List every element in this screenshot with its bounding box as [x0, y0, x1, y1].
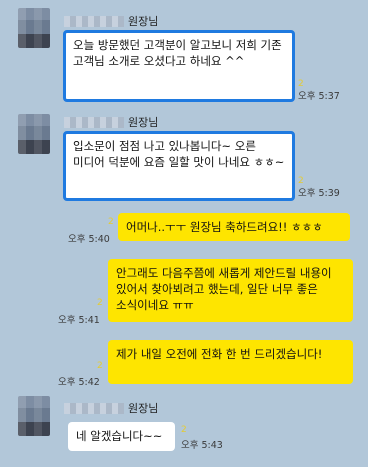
message-time: 오후 5:43 [181, 440, 223, 451]
blurred-name [64, 402, 124, 414]
message-time: 오후 5:42 [58, 377, 100, 388]
message-time: 오후 5:37 [298, 91, 340, 102]
sender-name-text: 원장님 [128, 15, 159, 28]
message-bubble-incoming[interactable]: 입소문이 점점 나고 있나봅니다~ 오른 미디어 덕분에 요즘 일할 맛이 나네… [63, 131, 295, 201]
sender-name: 원장님 [64, 115, 158, 129]
message-bubble-incoming[interactable]: 오늘 방문했던 고객분이 알고보니 저희 기존 고객님 소개로 오셨다고 하네요… [63, 30, 295, 102]
sender-name: 원장님 [64, 401, 158, 415]
message-time: 오후 5:39 [298, 188, 340, 199]
avatar[interactable] [18, 114, 50, 154]
blurred-name [64, 15, 124, 27]
message-bubble-outgoing[interactable]: 어머나..ㅜㅜ 원장님 축하드려요!! ㅎㅎㅎ [118, 213, 350, 241]
message-time: 오후 5:40 [68, 234, 110, 245]
sender-name-text: 원장님 [128, 116, 159, 129]
sender-name: 원장님 [64, 14, 158, 28]
message-bubble-incoming[interactable]: 네 알겠습니다~~ [68, 422, 175, 451]
message-bubble-outgoing[interactable]: 안그래도 다음주쯤에 새롭게 제안드릴 내용이 있어서 찾아뵈려고 했는데, 일… [108, 259, 353, 322]
message-time: 오후 5:41 [58, 315, 100, 326]
blurred-name [64, 116, 124, 128]
avatar[interactable] [18, 8, 50, 48]
sender-name-text: 원장님 [128, 402, 159, 415]
unread-count: 2 [108, 217, 114, 227]
unread-count: 2 [97, 361, 103, 371]
message-bubble-outgoing[interactable]: 제가 내일 오전에 전화 한 번 드리겠습니다! [108, 340, 353, 384]
unread-count: 2 [97, 298, 103, 308]
avatar[interactable] [18, 396, 50, 436]
unread-count: 2 [181, 425, 187, 435]
